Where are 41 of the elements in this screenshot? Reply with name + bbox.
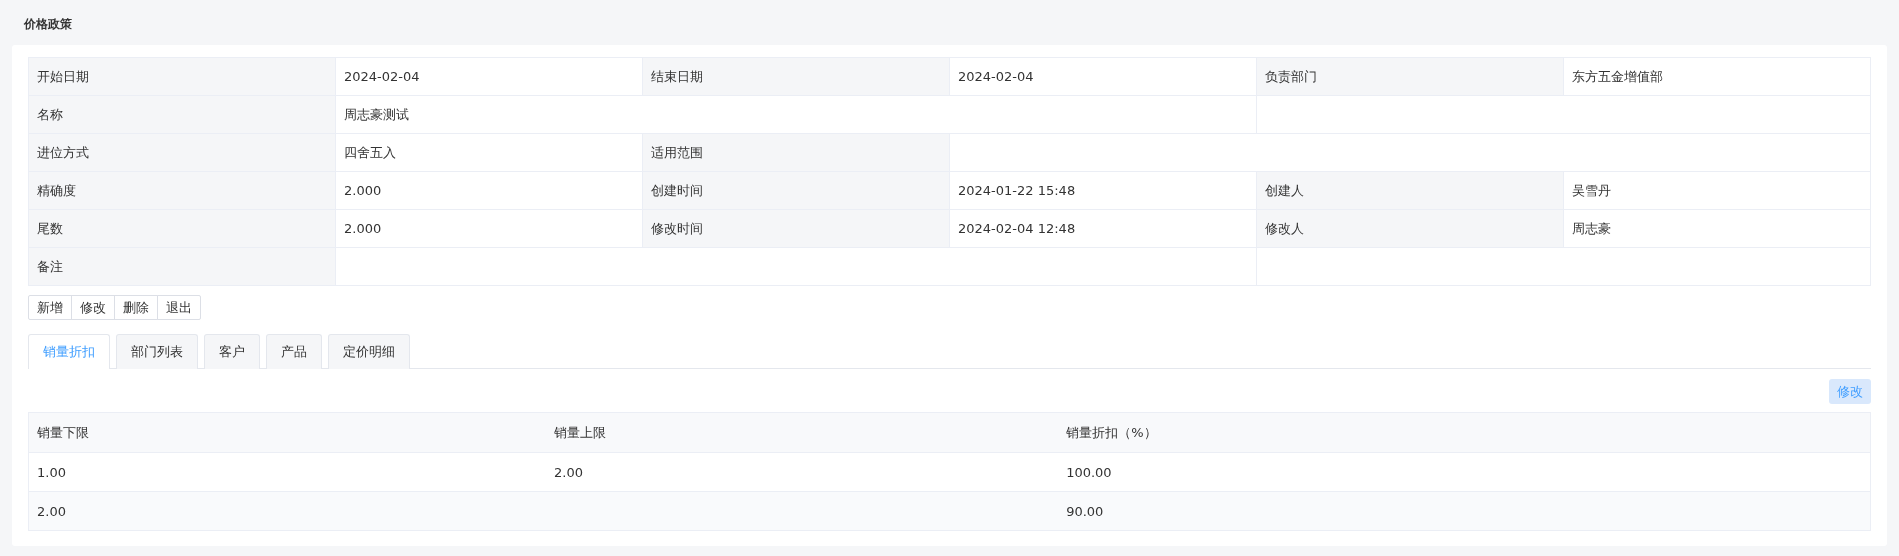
field-value: 周志豪测试 [344, 106, 409, 122]
field-label: 结束日期 [651, 68, 703, 84]
field-label: 修改人 [1265, 220, 1304, 236]
action-button[interactable]: 删除 [114, 295, 158, 320]
tab[interactable]: 定价明细 [328, 334, 410, 369]
field-label: 备注 [37, 258, 63, 274]
field-label: 修改时间 [651, 220, 703, 236]
field-label: 开始日期 [37, 68, 89, 84]
column-header: 销量上限 [546, 412, 1059, 453]
field-value: 2.000 [344, 221, 382, 236]
field-value: 2024-02-04 [344, 69, 420, 84]
field-value: 东方五金增值部 [1572, 68, 1663, 84]
action-button[interactable]: 新增 [28, 295, 72, 320]
field-label: 负责部门 [1265, 68, 1317, 84]
field-label: 适用范围 [651, 144, 703, 160]
column-header: 销量下限 [28, 412, 547, 453]
table-cell: 90.00 [1058, 491, 1871, 531]
field-value: 2024-02-04 12:48 [958, 221, 1076, 236]
action-button[interactable]: 修改 [71, 295, 115, 320]
table-cell: 100.00 [1058, 452, 1871, 492]
field-label: 进位方式 [37, 144, 89, 160]
field-label: 名称 [37, 106, 63, 122]
field-label: 尾数 [37, 220, 63, 236]
page-title: 价格政策 [23, 16, 73, 33]
field-value: 2.000 [344, 183, 382, 198]
field-value: 2024-01-22 15:48 [958, 183, 1076, 198]
table-cell: 2.00 [28, 491, 547, 531]
field-value: 吴雪丹 [1572, 182, 1611, 198]
field-value: 四舍五入 [344, 144, 396, 160]
field-label: 创建人 [1265, 182, 1304, 198]
field-value: 2024-02-04 [958, 69, 1034, 84]
tab[interactable]: 部门列表 [116, 334, 198, 369]
table-cell: 2.00 [546, 452, 1059, 492]
field-value: 周志豪 [1572, 220, 1611, 236]
column-header: 销量折扣（%） [1058, 412, 1871, 453]
action-button[interactable]: 退出 [157, 295, 201, 320]
field-label: 精确度 [37, 182, 76, 198]
tab[interactable]: 产品 [266, 334, 322, 369]
field-label: 创建时间 [651, 182, 703, 198]
table-cell: 1.00 [28, 452, 547, 492]
tab[interactable]: 客户 [204, 334, 260, 369]
